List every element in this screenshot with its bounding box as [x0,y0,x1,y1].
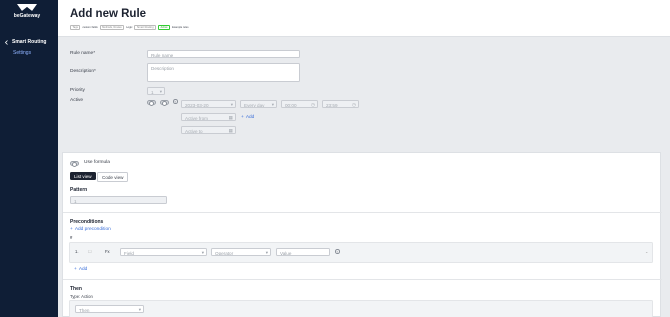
row-checkbox-icon[interactable]: ☐ [88,249,92,254]
brand-logo[interactable]: beGateway [13,3,41,19]
time-to-input[interactable]: 23:59 ◷ [322,100,359,108]
time-to-value: 23:59 [326,102,338,108]
operator-select[interactable]: Operator ▾ [211,248,271,256]
rule-name-input[interactable]: Rule name [147,50,300,58]
breadcrumb-item[interactable]: Active [158,25,171,30]
day-value: Every day [244,102,265,108]
preconditions-heading: Preconditions [70,219,104,225]
chevron-down-icon[interactable]: ⌄ [645,249,649,254]
calendar-icon: ▦ [228,128,233,133]
plus-icon: + [70,227,73,232]
divider [63,279,662,280]
description-label: Description* [70,69,96,74]
precondition-row: 1. ☐ Fx Field ▾ Operator ▾ Value ? ⌄ [69,242,653,263]
list-view-button[interactable]: List view [70,172,96,180]
day-select[interactable]: Every day ▾ [240,100,277,108]
chevron-down-icon: ▾ [138,307,141,312]
nav-smart-routing[interactable]: Smart Routing [4,39,46,45]
breadcrumb-item[interactable]: custom fields [82,26,97,29]
code-view-button[interactable]: Code view [97,172,129,182]
chevron-down-icon: ▾ [271,102,274,107]
plus-icon: + [74,267,77,272]
rule-builder-card: Use formula List view Code view Pattern … [62,152,662,317]
add-condition-button[interactable]: + Add [74,267,87,272]
add-schedule-button[interactable]: + Add [241,115,254,120]
row-fx[interactable]: Fx [105,249,110,254]
chevron-down-icon: ▾ [230,102,233,107]
then-select-value: Then [79,307,90,313]
time-from-value: 00:00 [285,102,297,108]
pattern-heading: Pattern [70,187,88,193]
operator-value: Operator [215,250,234,256]
add-schedule-label: Add [245,115,255,120]
active-label: Active [70,98,84,103]
active-from-value: Active from [185,115,208,121]
chevron-down-icon: ▾ [201,250,204,255]
calendar-icon: ▦ [228,115,233,120]
use-formula-label: Use formula [84,160,110,165]
divider [63,212,662,213]
date-from-value: 2023-03-20 [185,102,209,108]
arrow-icon [4,39,8,45]
active-to-value: Active to [185,128,203,134]
add-precondition-label: Add precondition [74,227,111,232]
add-condition-label: Add [78,267,88,272]
priority-select[interactable]: 1 ▾ [147,87,165,95]
clock-icon: ◷ [310,102,315,107]
schedule-toggle[interactable] [160,100,169,106]
pattern-input[interactable]: 1 [70,196,167,204]
breadcrumb-item[interactable]: Tags [70,25,81,30]
help-icon[interactable]: ? [335,249,340,254]
help-icon[interactable]: ? [173,99,178,104]
hash-label: # [70,235,73,240]
then-select[interactable]: Then ▾ [75,305,144,313]
brand-mark-icon [17,4,37,11]
field-select[interactable]: Field ▾ [120,248,207,256]
active-toggle[interactable] [147,100,156,106]
plus-icon: + [241,115,244,120]
date-from-input[interactable]: 2023-03-20 ▾ [181,100,236,108]
type-action-label: Type: Action [70,294,93,299]
time-from-input[interactable]: 00:00 ◷ [281,100,318,108]
description-textarea[interactable]: Description [147,63,300,82]
active-from-input[interactable]: Active from ▦ [181,113,236,121]
active-to-input[interactable]: Active to ▦ [181,126,236,134]
page-header: Add new Rule Tags custom fields Methods,… [58,0,670,37]
priority-label: Priority [70,88,85,93]
nav-settings[interactable]: Settings [13,50,31,56]
value-input[interactable]: Value [276,248,330,256]
row-index: 1. [75,249,79,254]
breadcrumb: Tags custom fields Methods, Routes Logic… [70,25,189,30]
page-title: Add new Rule [70,8,147,20]
field-value: Field [124,250,134,256]
brand-name: beGateway [13,13,41,19]
sidebar: beGateway Smart Routing Settings [0,0,58,317]
add-precondition-button[interactable]: + Add precondition [70,227,111,232]
use-formula-toggle[interactable] [70,161,79,167]
then-heading: Then [70,286,82,292]
breadcrumb-item[interactable]: Smart Routing [134,25,157,30]
breadcrumb-item[interactable]: Example rules [172,26,188,29]
rule-name-label: Rule name* [70,51,96,56]
clock-icon: ◷ [351,102,356,107]
chevron-down-icon: ▾ [265,250,268,255]
breadcrumb-item[interactable]: Logic [126,26,132,29]
action-row: Then ▾ [69,300,653,317]
chevron-down-icon: ▾ [159,89,162,94]
nav-smart-routing-label: Smart Routing [12,39,47,45]
breadcrumb-item[interactable]: Methods, Routes [99,25,125,30]
priority-value: 1 [151,89,154,95]
